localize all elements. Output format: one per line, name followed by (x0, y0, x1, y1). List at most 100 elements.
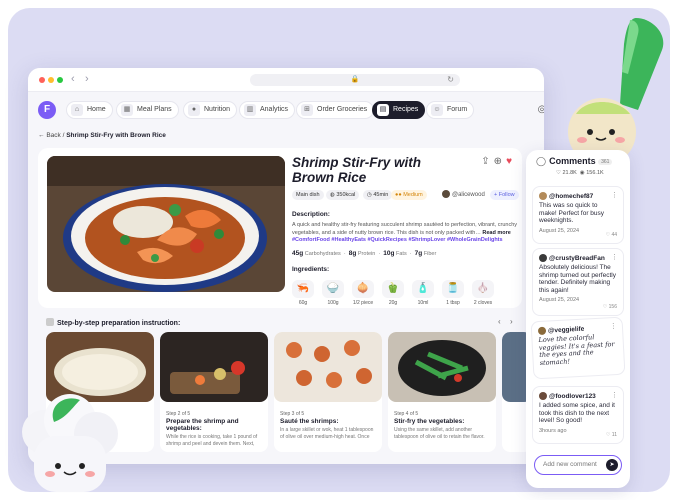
app-logo[interactable]: F (38, 101, 56, 119)
headset-icon[interactable]: ◎ (535, 103, 544, 117)
read-more-link[interactable]: Read more (482, 230, 510, 236)
back-link[interactable]: Back (46, 132, 60, 139)
more-icon[interactable]: ⋮ (611, 391, 618, 399)
comment-likes[interactable]: ♡ 11 (606, 432, 617, 438)
like-count: 11 (611, 432, 617, 438)
tab-forum[interactable]: ☺ Forum (426, 101, 475, 119)
steps-prev-arrow[interactable]: ‹ (498, 317, 501, 326)
minimize-dot[interactable] (48, 77, 54, 83)
comment-user[interactable]: @homechef87 (539, 192, 617, 200)
comments-title: Comments (549, 156, 596, 166)
add-comment-placeholder: Add new comment (543, 461, 597, 468)
comment-username: @homechef87 (549, 193, 594, 200)
tab-meal-plans[interactable]: ▦ Meal Plans (116, 101, 179, 119)
fats-label: Fats (396, 251, 407, 257)
user-avatar (537, 326, 547, 336)
difficulty-chip: ●● Medium (391, 190, 427, 200)
add-comment-input[interactable]: Add new comment ➤ (534, 455, 622, 475)
comment-username: @foodlover123 (549, 393, 596, 400)
back-arrow-icon[interactable]: ‹ (71, 73, 75, 85)
calendar-icon: ▦ (121, 104, 133, 116)
description: A quick and healthy stir-fry featuring s… (292, 222, 518, 245)
ingredient-item[interactable]: 🫑 20g (382, 280, 404, 306)
comment-user[interactable]: @crustyBreadFan (539, 254, 617, 262)
carbs-label: Carbohydrates (304, 251, 341, 257)
ingredient-item[interactable]: 🦐 60g (292, 280, 314, 306)
carbs-value: 45g (292, 250, 304, 257)
likes-total: 21.8K (562, 170, 577, 176)
protein-value: 8g (348, 250, 357, 257)
protein-label: Protein (357, 251, 376, 257)
steps-next-arrow[interactable]: › (510, 317, 513, 326)
ingredient-qty: 100g (327, 300, 339, 306)
category-chip: Main dish (292, 190, 324, 200)
nutrition-row: 45g Carbohydrates · 8g Protein · 10g Fat… (292, 250, 437, 257)
more-icon[interactable]: ⋮ (610, 322, 617, 330)
comment-text: This was so quick to make! Perfect for b… (539, 202, 605, 224)
url-bar[interactable]: 🔒 ↻ (250, 74, 460, 86)
step-title: Stir-fry the vegetables: (394, 418, 465, 425)
recipe-book-icon (46, 318, 54, 326)
more-icon[interactable]: ⋮ (611, 191, 618, 199)
more-icon[interactable]: ⋮ (611, 253, 618, 261)
follow-button[interactable]: + Follow (490, 190, 519, 200)
reload-icon[interactable]: ↻ (447, 74, 454, 86)
tab-order-groceries[interactable]: ⊞ Order Groceries (296, 101, 375, 119)
recipe-meta: Main dish ◍ 350kcal ◷ 45min ●● Medium @a… (292, 190, 520, 202)
tab-label: Home (87, 106, 106, 113)
comments-panel: ◯ Comments 361 ♡ 21.8K ◉ 156.1K ⋮ @homech… (526, 150, 630, 488)
browser-chrome: ‹ › 🔒 ↻ (28, 68, 544, 92)
rice-icon: 🍚 (322, 280, 344, 298)
maximize-dot[interactable] (57, 77, 63, 83)
tab-recipes[interactable]: ▤ Recipes (372, 101, 426, 119)
garlic-icon: 🧄 (472, 280, 494, 298)
back-arrow-icon[interactable]: ← (38, 132, 45, 139)
step-card-2[interactable]: Step 2 of 5 Prepare the shrimp and veget… (160, 332, 268, 452)
ingredient-item[interactable]: 🍚 100g (322, 280, 344, 306)
forward-arrow-icon[interactable]: › (85, 73, 89, 85)
close-dot[interactable] (39, 77, 45, 83)
step-desc: In a large skillet or wok, heat 1 tables… (280, 427, 374, 440)
ingredient-item[interactable]: 🧄 2 cloves (472, 280, 494, 306)
cart-add-icon[interactable]: ⊕ (494, 156, 502, 167)
step-card-4[interactable]: Step 4 of 5 Stir-fry the vegetables: Usi… (388, 332, 496, 452)
description-label: Description: (292, 211, 330, 218)
lock-icon: 🔒 (350, 76, 360, 83)
tab-label: Nutrition (204, 106, 231, 113)
step-title: Prepare the shrimp and vegetables: (166, 418, 239, 432)
ingredient-qty: 2 cloves (473, 300, 493, 306)
calories-chip: ◍ 350kcal (326, 190, 360, 200)
step-card-3[interactable]: Step 3 of 5 Sauté the shrimps: In a larg… (274, 332, 382, 452)
comment-likes[interactable]: ♡ 156 (603, 304, 617, 310)
ingredient-item[interactable]: 🧴 10ml (412, 280, 434, 306)
heart-icon[interactable]: ♥ (506, 156, 512, 167)
tab-analytics[interactable]: ▥ Analytics (239, 101, 296, 119)
comment-user[interactable]: @foodlover123 (539, 392, 617, 400)
comment-likes[interactable]: ♡ 44 (606, 232, 617, 238)
ingredient-item[interactable]: 🫙 1 tbsp (442, 280, 464, 306)
fiber-value: 7g (414, 250, 423, 257)
pepper-icon: 🫑 (382, 280, 404, 298)
shrimp-icon: 🦐 (292, 280, 314, 298)
ingredient-qty: 1/2 piece (352, 300, 374, 306)
top-navigation: F ⌂ Home ▦ Meal Plans ● Nutrition ▥ Analytic… (38, 101, 544, 121)
views-total: 156.1K (586, 170, 604, 176)
comments-header: ◯ Comments 361 (536, 156, 613, 167)
home-icon: ⌂ (71, 104, 83, 116)
author[interactable]: @alicewood (442, 190, 485, 200)
like-count: 156 (608, 304, 617, 310)
ingredient-item[interactable]: 🧅 1/2 piece (352, 280, 374, 306)
tab-home[interactable]: ⌂ Home (66, 101, 113, 119)
author-name: @alicewood (452, 192, 485, 198)
share-icon[interactable]: ⇪ (481, 156, 489, 167)
comment-item: ⋮ @homechef87 This was so quick to make!… (532, 186, 624, 244)
book-icon: ▤ (377, 104, 389, 116)
send-icon[interactable]: ➤ (606, 459, 618, 471)
user-avatar (539, 254, 547, 262)
user-avatar (539, 192, 547, 200)
hashtags[interactable]: #ComfortFood #HealthyEats #QuickRecipes … (292, 237, 503, 243)
author-avatar (442, 190, 450, 198)
tab-nutrition[interactable]: ● Nutrition (183, 101, 238, 119)
tab-label: Meal Plans (137, 106, 172, 113)
time-value: 45min (373, 192, 389, 198)
